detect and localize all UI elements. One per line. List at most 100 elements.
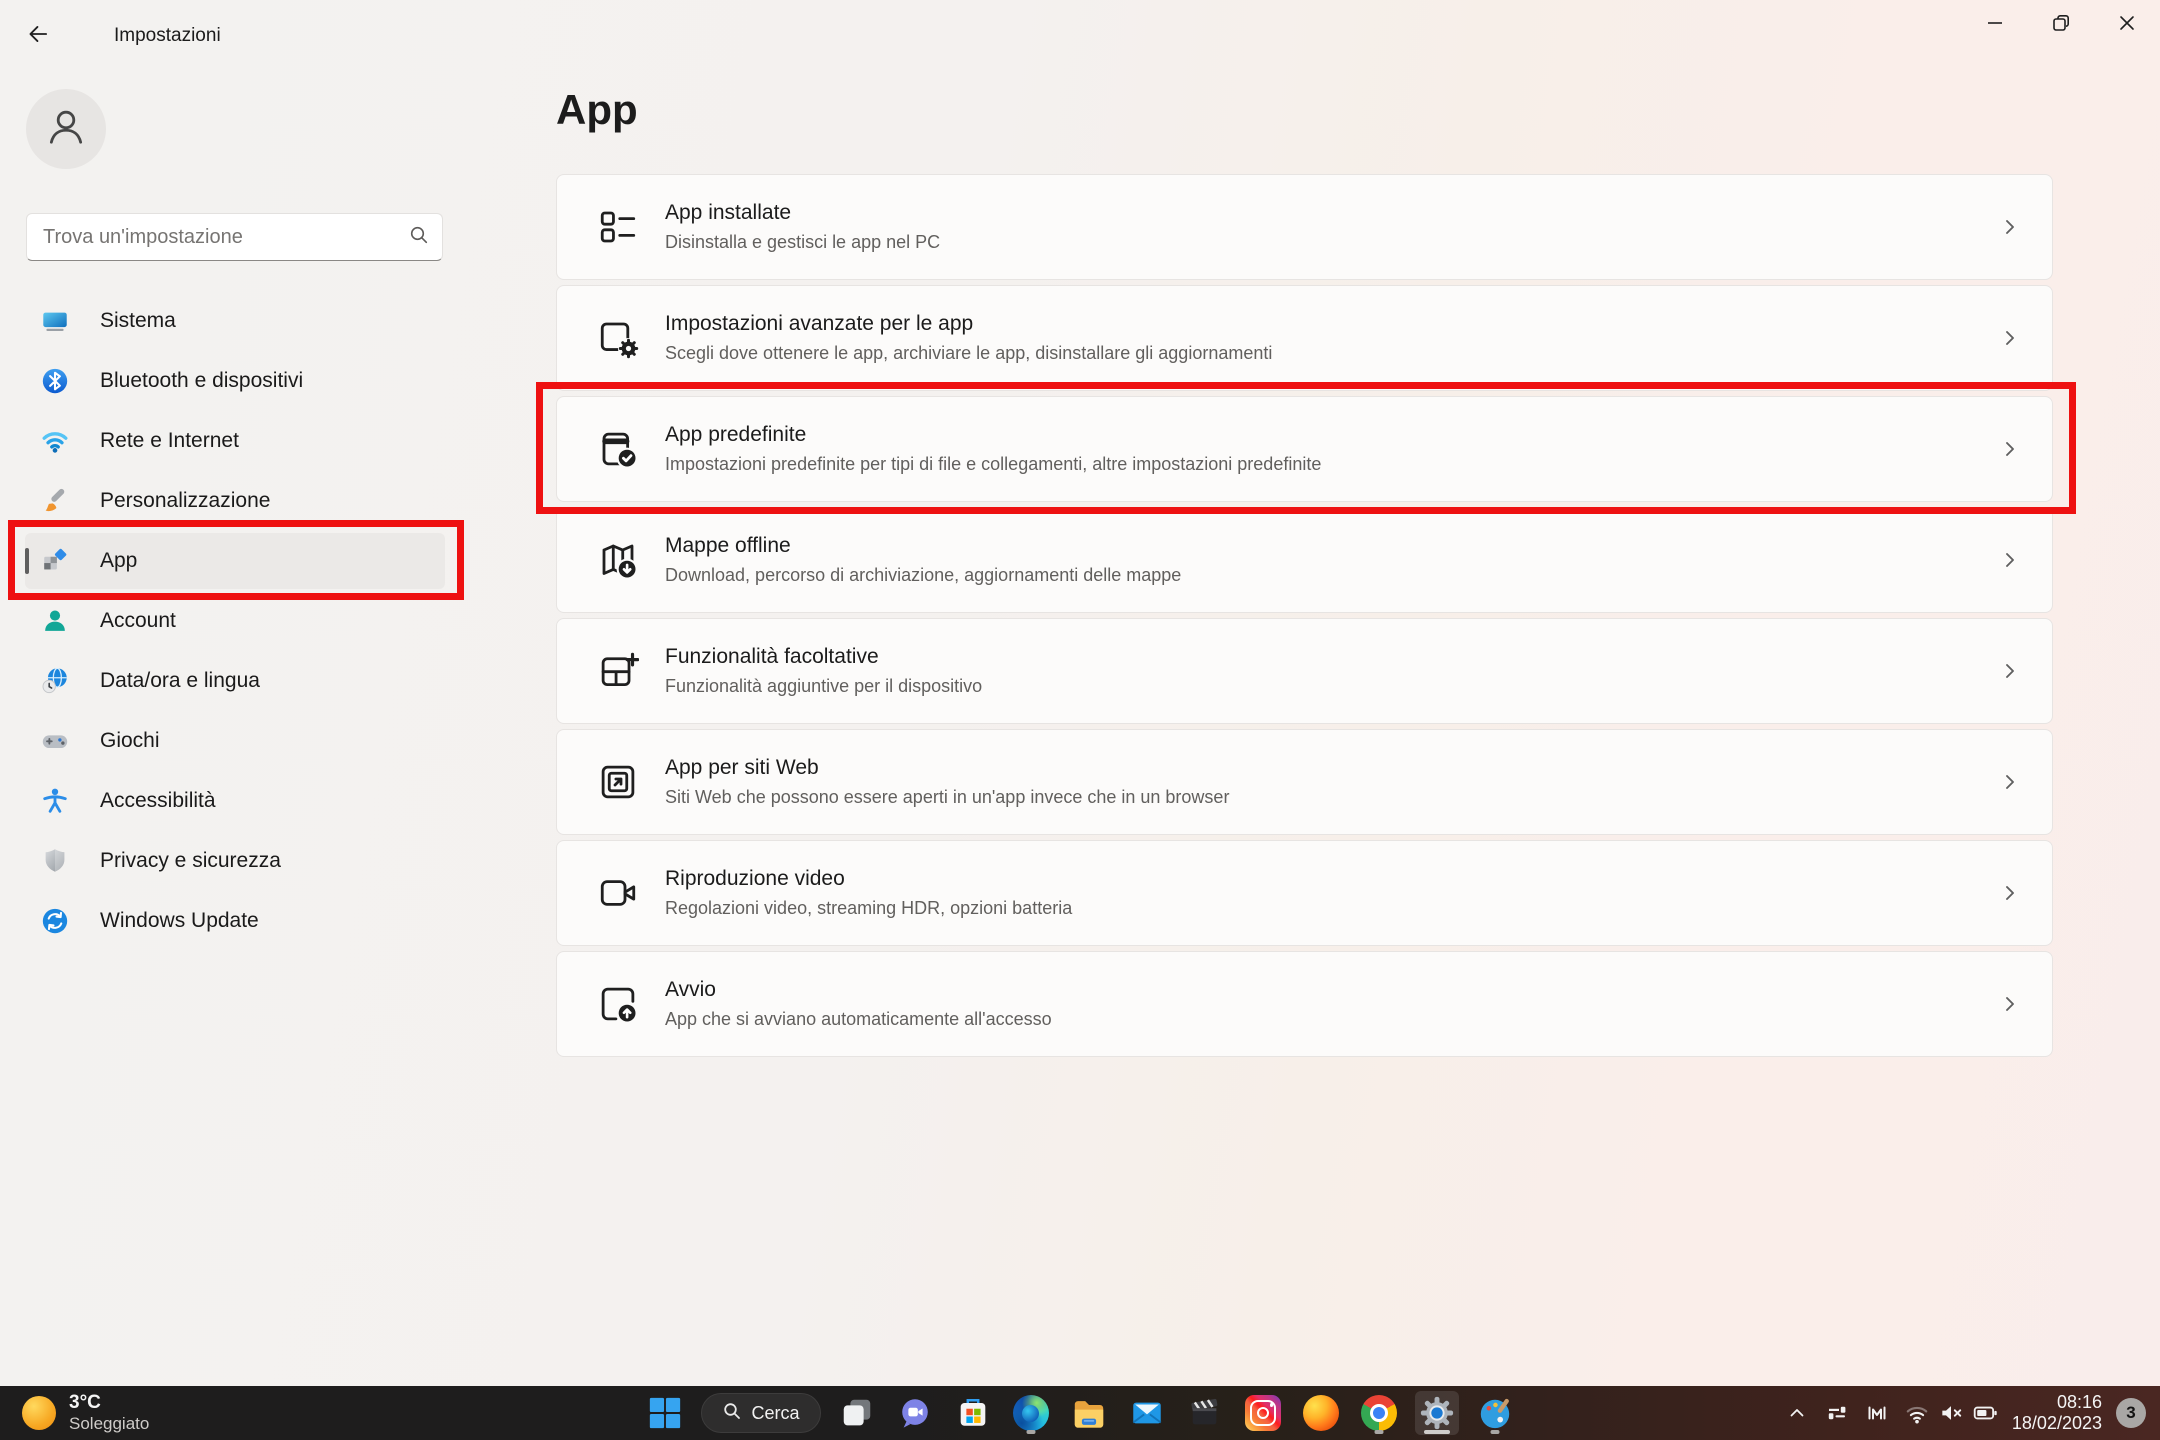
minimize-button[interactable]: [1962, 0, 2028, 50]
personalization-icon: [40, 486, 70, 516]
row-text: Riproduzione video Regolazioni video, st…: [665, 867, 1998, 919]
row-app-predefinite[interactable]: App predefinite Impostazioni predefinite…: [556, 396, 2053, 502]
file-explorer-button[interactable]: [1067, 1391, 1111, 1435]
sidebar-item-sistema[interactable]: Sistema: [25, 293, 445, 349]
close-button[interactable]: [2094, 0, 2160, 50]
firefox-icon: [1303, 1395, 1339, 1431]
back-arrow-icon: [25, 21, 51, 52]
tray-date: 18/02/2023: [2012, 1413, 2102, 1434]
chat-button[interactable]: [893, 1391, 937, 1435]
volume-muted-icon[interactable]: [1938, 1400, 1964, 1426]
sidebar-item-label: Account: [100, 609, 176, 633]
chevron-right-icon: [1998, 326, 2022, 350]
row-text: Impostazioni avanzate per le app Scegli …: [665, 312, 1998, 364]
row-text: Mappe offline Download, percorso di arch…: [665, 534, 1998, 586]
video-playback-icon: [597, 872, 639, 914]
optional-features-icon: [597, 650, 639, 692]
row-title: Funzionalità facoltative: [665, 645, 1998, 669]
sidebar-item-label: Privacy e sicurezza: [100, 849, 281, 873]
row-app-per-siti-web[interactable]: App per siti Web Siti Web che possono es…: [556, 729, 2053, 835]
weather-temperature: 3°C: [69, 1392, 149, 1414]
taskbar-search[interactable]: Cerca: [701, 1393, 821, 1433]
windows-update-icon: [40, 906, 70, 936]
tray-sliders-icon[interactable]: [1824, 1400, 1850, 1426]
row-text: App per siti Web Siti Web che possono es…: [665, 756, 1998, 808]
page-title: App: [556, 86, 638, 134]
sidebar-item-bluetooth[interactable]: Bluetooth e dispositivi: [25, 353, 445, 409]
sidebar-item-data-ora-lingua[interactable]: Data/ora e lingua: [25, 653, 445, 709]
paint-button[interactable]: [1473, 1391, 1517, 1435]
tray-m-app-icon[interactable]: [1864, 1400, 1890, 1426]
weather-widget[interactable]: 3°C Soleggiato: [22, 1386, 149, 1440]
mail-button[interactable]: [1125, 1391, 1169, 1435]
sidebar: Sistema Bluetooth e dispositivi Rete e I…: [0, 72, 480, 1386]
sidebar-item-rete[interactable]: Rete e Internet: [25, 413, 445, 469]
chevron-right-icon: [1998, 659, 2022, 683]
restore-icon: [2049, 11, 2073, 40]
row-title: Riproduzione video: [665, 867, 1998, 891]
row-mappe-offline[interactable]: Mappe offline Download, percorso di arch…: [556, 507, 2053, 613]
chrome-icon: [1361, 1395, 1397, 1431]
chrome-button[interactable]: [1357, 1391, 1401, 1435]
sidebar-item-app[interactable]: App: [25, 533, 445, 589]
edge-icon: [1013, 1395, 1049, 1431]
instagram-icon: [1245, 1395, 1281, 1431]
video-editor-button[interactable]: [1183, 1391, 1227, 1435]
system-icon: [40, 306, 70, 336]
mail-icon: [1129, 1395, 1165, 1431]
tray-time: 08:16: [2012, 1392, 2102, 1413]
sidebar-item-accessibilita[interactable]: Accessibilità: [25, 773, 445, 829]
row-impostazioni-avanzate[interactable]: Impostazioni avanzate per le app Scegli …: [556, 285, 2053, 391]
chat-icon: [897, 1395, 933, 1431]
sidebar-item-giochi[interactable]: Giochi: [25, 713, 445, 769]
sidebar-item-label: Accessibilità: [100, 789, 216, 813]
chevron-right-icon: [1998, 437, 2022, 461]
weather-condition: Soleggiato: [69, 1414, 149, 1434]
row-subtitle: Scegli dove ottenere le app, archiviare …: [665, 343, 1998, 364]
taskbar-clock[interactable]: 08:16 18/02/2023: [2012, 1392, 2102, 1434]
firefox-button[interactable]: [1299, 1391, 1343, 1435]
row-subtitle: Disinstalla e gestisci le app nel PC: [665, 232, 1998, 253]
sidebar-item-windows-update[interactable]: Windows Update: [25, 893, 445, 949]
search-icon: [408, 224, 430, 251]
search-input[interactable]: [43, 226, 408, 249]
row-subtitle: Download, percorso di archiviazione, agg…: [665, 565, 1998, 586]
paint-icon: [1477, 1395, 1513, 1431]
sidebar-item-personalizzazione[interactable]: Personalizzazione: [25, 473, 445, 529]
apps-for-websites-icon: [597, 761, 639, 803]
row-avvio[interactable]: Avvio App che si avviano automaticamente…: [556, 951, 2053, 1057]
battery-icon[interactable]: [1972, 1400, 1998, 1426]
settings-button[interactable]: [1415, 1391, 1459, 1435]
avatar[interactable]: [26, 89, 106, 169]
sidebar-item-label: Rete e Internet: [100, 429, 239, 453]
start-button[interactable]: [643, 1391, 687, 1435]
edge-button[interactable]: [1009, 1391, 1053, 1435]
sidebar-item-account[interactable]: Account: [25, 593, 445, 649]
restore-button[interactable]: [2028, 0, 2094, 50]
startup-icon: [597, 983, 639, 1025]
taskbar-apps: Cerca: [643, 1386, 1517, 1440]
titlebar: Impostazioni: [0, 0, 2160, 72]
system-tray: 08:16 18/02/2023 3: [1784, 1386, 2146, 1440]
row-title: App predefinite: [665, 423, 1998, 447]
row-subtitle: Regolazioni video, streaming HDR, opzion…: [665, 898, 1998, 919]
task-view-button[interactable]: [835, 1391, 879, 1435]
notification-badge[interactable]: 3: [2116, 1398, 2146, 1428]
row-funzionalita-facoltative[interactable]: Funzionalità facoltative Funzionalità ag…: [556, 618, 2053, 724]
back-button[interactable]: [16, 14, 60, 58]
row-riproduzione-video[interactable]: Riproduzione video Regolazioni video, st…: [556, 840, 2053, 946]
settings-gear-icon: [1419, 1395, 1455, 1431]
instagram-button[interactable]: [1241, 1391, 1285, 1435]
row-text: App predefinite Impostazioni predefinite…: [665, 423, 1998, 475]
chevron-right-icon: [1998, 548, 2022, 572]
row-text: Avvio App che si avviano automaticamente…: [665, 978, 1998, 1030]
microsoft-store-button[interactable]: [951, 1391, 995, 1435]
row-subtitle: Impostazioni predefinite per tipi di fil…: [665, 454, 1998, 475]
wifi-icon[interactable]: [1904, 1400, 1930, 1426]
sidebar-item-label: Giochi: [100, 729, 160, 753]
row-app-installate[interactable]: App installate Disinstalla e gestisci le…: [556, 174, 2053, 280]
tray-chevron-up-icon[interactable]: [1784, 1400, 1810, 1426]
time-language-icon: [40, 666, 70, 696]
chevron-right-icon: [1998, 215, 2022, 239]
sidebar-item-privacy[interactable]: Privacy e sicurezza: [25, 833, 445, 889]
